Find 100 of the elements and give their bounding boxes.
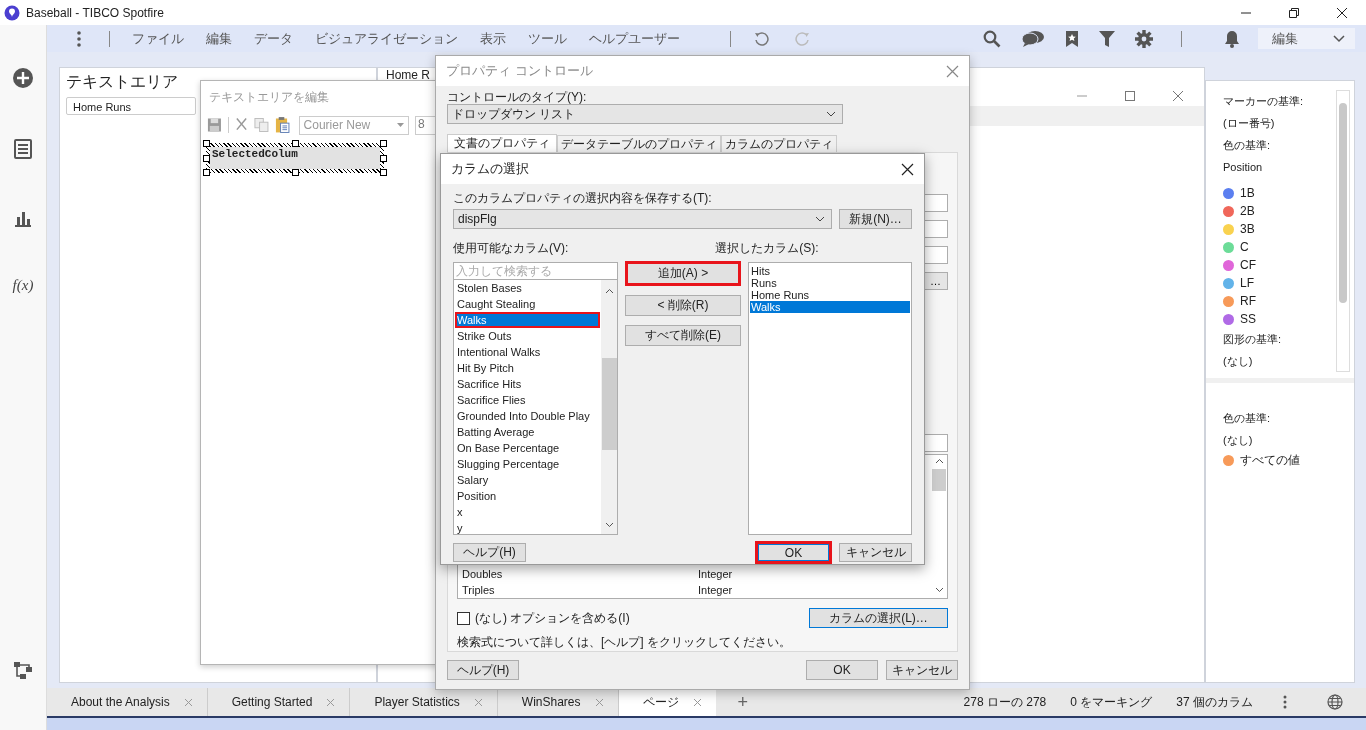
status-text: 0 をマーキング	[1070, 693, 1153, 711]
scroll-down-icon[interactable]	[934, 587, 944, 593]
new-button[interactable]: 新規(N)…	[839, 209, 912, 229]
menu-item[interactable]: ユーザー	[628, 29, 680, 48]
restore-icon[interactable]	[1288, 6, 1300, 19]
scroll-up-icon[interactable]	[604, 288, 614, 294]
scrollbar-thumb[interactable]	[932, 469, 946, 491]
legend-label: 1B	[1240, 186, 1255, 200]
dialog-button[interactable]: キャンセル	[886, 660, 958, 680]
legend-value: (なし)	[1223, 354, 1254, 369]
field-label: 選択したカラム(S):	[715, 241, 819, 255]
legend-label: C	[1240, 240, 1249, 254]
list-item[interactable]: Walks	[750, 301, 910, 313]
search-icon[interactable]	[983, 29, 1001, 48]
formula-button[interactable]: f(x)	[12, 277, 34, 294]
list-icon[interactable]	[14, 139, 32, 159]
save-icon[interactable]	[207, 117, 222, 133]
add-icon[interactable]	[12, 67, 34, 89]
resize-handle[interactable]	[292, 169, 299, 176]
list-item[interactable]: Caught Stealing	[455, 296, 600, 312]
filter-icon[interactable]	[1099, 29, 1115, 48]
maximize-icon[interactable]	[1124, 90, 1136, 102]
list-item[interactable]: Walks	[455, 312, 600, 328]
scroll-down-icon[interactable]	[604, 522, 614, 528]
legend-value: Position	[1223, 160, 1264, 175]
list-item[interactable]: Home Runs	[750, 289, 910, 301]
dialog-button[interactable]: キャンセル	[839, 543, 912, 562]
close-icon[interactable]	[901, 162, 914, 176]
list-item[interactable]: Strike Outs	[455, 328, 600, 344]
notification-bell-icon[interactable]	[1224, 29, 1240, 48]
window-title: Baseball - TIBCO Spotfire	[26, 5, 164, 20]
select-columns-button[interactable]: カラムの選択(L)…	[809, 608, 948, 628]
list-item[interactable]: Hits	[750, 265, 910, 277]
cut-icon[interactable]	[234, 117, 248, 133]
action-button[interactable]: すべて削除(E)	[625, 325, 741, 346]
menu-item[interactable]: 編集	[206, 29, 232, 48]
column-dropdown[interactable]: Home Runs	[66, 97, 196, 115]
dialog-tab[interactable]: 文書のプロパティ	[447, 134, 557, 152]
scrollbar-thumb[interactable]	[601, 358, 617, 450]
list-item[interactable]: y	[455, 520, 600, 534]
list-item[interactable]: Batting Average	[455, 424, 600, 440]
list-item[interactable]: Runs	[750, 277, 910, 289]
field-label: 使用可能なカラム(V):	[453, 241, 569, 255]
resize-handle[interactable]	[380, 140, 387, 147]
undo-icon[interactable]	[753, 30, 769, 47]
menu-item[interactable]: ヘルプ	[589, 29, 628, 48]
scroll-up-icon[interactable]	[934, 458, 944, 464]
chat-icon[interactable]	[1021, 29, 1045, 48]
action-button[interactable]: 追加(A) >	[625, 261, 741, 286]
close-icon[interactable]	[1336, 6, 1348, 19]
control-type-dropdown[interactable]: ドロップダウン リスト	[447, 104, 843, 124]
action-button[interactable]: < 削除(R)	[625, 295, 741, 316]
list-item[interactable]: Sacrifice Flies	[455, 392, 600, 408]
page-tab[interactable]: ページ	[618, 688, 716, 716]
dialog-button[interactable]: OK	[755, 541, 832, 564]
save-dropdown[interactable]: dispFlg	[453, 209, 832, 229]
menu-item[interactable]: ファイル	[132, 29, 184, 48]
list-item[interactable]: Stolen Bases	[455, 280, 600, 296]
more-icon[interactable]	[77, 30, 81, 47]
dialog-button[interactable]: ヘルプ(H)	[447, 660, 519, 680]
paste-icon[interactable]	[274, 116, 290, 134]
field-label: このカラムプロパティの選択内容を保存する(T):	[453, 191, 712, 205]
list-item[interactable]: Slugging Percentage	[455, 456, 600, 472]
resize-handle[interactable]	[292, 140, 299, 147]
legend-label: すべての値	[1240, 451, 1300, 469]
add-page-button[interactable]: +	[737, 691, 748, 713]
legend-heading: マーカーの基準:	[1223, 94, 1305, 109]
bar-chart-icon[interactable]	[14, 209, 32, 227]
mode-dropdown[interactable]: 編集	[1258, 28, 1355, 49]
search-field[interactable]: 入力して検索する	[453, 262, 618, 280]
list-item[interactable]: Sacrifice Hits	[455, 376, 600, 392]
dialog-title: カラムの選択	[451, 160, 529, 178]
checkbox[interactable]	[457, 611, 470, 625]
chevron-down-icon	[826, 111, 836, 117]
menu-item[interactable]: ビジュアライゼーション	[315, 29, 458, 48]
settings-icon[interactable]	[1135, 29, 1153, 48]
status-text: 37 個のカラム	[1176, 693, 1253, 711]
help-text: 検索式について詳しくは、[ヘルプ] をクリックしてください。	[457, 634, 792, 651]
list-item[interactable]: x	[455, 504, 600, 520]
list-item[interactable]: Grounded Into Double Play	[455, 408, 600, 424]
menu-item[interactable]: データ	[254, 29, 293, 48]
dialog-tab[interactable]: カラムのプロパティ	[721, 135, 837, 152]
dialog-button[interactable]: OK	[806, 660, 878, 680]
resize-handle[interactable]	[203, 140, 210, 147]
menu-item[interactable]: ツール	[528, 29, 567, 48]
list-item[interactable]: Position	[455, 488, 600, 504]
dialog-tab[interactable]: データテーブルのプロパティ	[557, 135, 721, 152]
list-item[interactable]: Salary	[455, 472, 600, 488]
more-icon[interactable]	[1283, 695, 1287, 709]
dialog-button[interactable]: ヘルプ(H)	[453, 543, 526, 562]
bookmark-icon[interactable]	[1065, 29, 1079, 48]
globe-icon[interactable]	[1327, 694, 1343, 710]
legend-heading: 色の基準:	[1223, 138, 1272, 153]
list-item[interactable]: Hit By Pitch	[455, 360, 600, 376]
legend-heading: 色の基準:	[1223, 411, 1272, 426]
list-item[interactable]: Intentional Walks	[455, 344, 600, 360]
hierarchy-icon[interactable]	[13, 660, 33, 680]
list-item[interactable]: On Base Percentage	[455, 440, 600, 456]
menu-item[interactable]: 表示	[480, 29, 506, 48]
scrollbar[interactable]	[1336, 90, 1350, 372]
